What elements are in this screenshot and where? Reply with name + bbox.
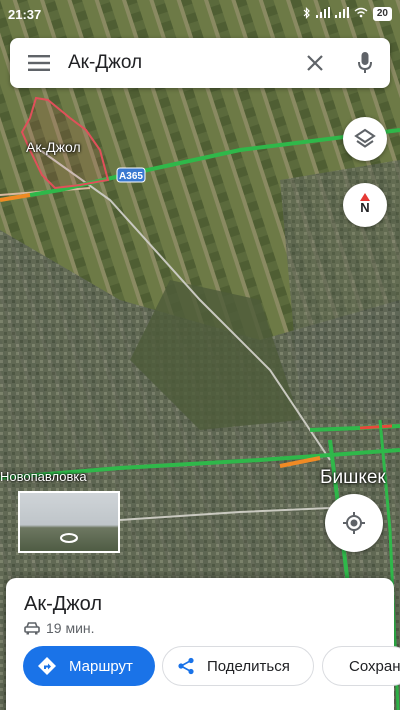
signal-icon-2 xyxy=(334,7,349,21)
directions-icon xyxy=(38,657,56,675)
my-location-button[interactable] xyxy=(325,494,383,552)
share-icon xyxy=(178,657,194,675)
voice-search-button[interactable] xyxy=(340,38,390,88)
travel-time-text: 19 мин. xyxy=(46,620,95,636)
car-icon xyxy=(24,621,40,634)
bluetooth-icon xyxy=(302,6,311,22)
save-button-label: Сохранить xyxy=(349,657,400,675)
layers-icon xyxy=(354,128,376,148)
clear-search-button[interactable] xyxy=(290,38,340,88)
signal-icon xyxy=(315,7,330,21)
street-view-thumbnail[interactable] xyxy=(18,491,120,553)
close-icon xyxy=(307,55,323,71)
search-query[interactable]: Ак-Джол xyxy=(68,52,290,74)
microphone-icon xyxy=(358,52,372,73)
wifi-icon xyxy=(354,7,368,21)
travel-time: 19 мин. xyxy=(24,620,95,636)
map-label-akjol[interactable]: Ак-Джол xyxy=(26,139,81,155)
share-button-label: Поделиться xyxy=(207,657,290,675)
menu-button[interactable] xyxy=(10,38,68,88)
map-label-novopavlovka[interactable]: Новопавловка xyxy=(0,469,87,484)
save-button[interactable]: Сохранить xyxy=(322,646,400,686)
map-label-bishkek[interactable]: Бишкек xyxy=(320,467,386,489)
compass-letter: N xyxy=(360,200,370,215)
battery-indicator: 20 xyxy=(372,7,392,21)
route-button[interactable]: Маршрут xyxy=(23,646,155,686)
share-button[interactable]: Поделиться xyxy=(162,646,314,686)
status-bar: 21:37 20 xyxy=(0,0,400,28)
my-location-icon xyxy=(343,512,365,534)
place-title: Ак-Джол xyxy=(24,593,103,615)
route-button-label: Маршрут xyxy=(69,657,133,675)
road-shield-a365: A365 xyxy=(119,171,143,182)
status-time: 21:37 xyxy=(8,6,42,22)
compass-button[interactable]: N xyxy=(343,183,387,227)
place-card[interactable]: Ак-Джол 19 мин. Маршрут Поделиться Сохра… xyxy=(6,578,400,710)
search-bar[interactable]: Ак-Джол xyxy=(10,38,390,88)
layers-button[interactable] xyxy=(343,117,387,161)
hamburger-menu-icon xyxy=(28,55,50,71)
360-view-icon xyxy=(60,533,78,543)
